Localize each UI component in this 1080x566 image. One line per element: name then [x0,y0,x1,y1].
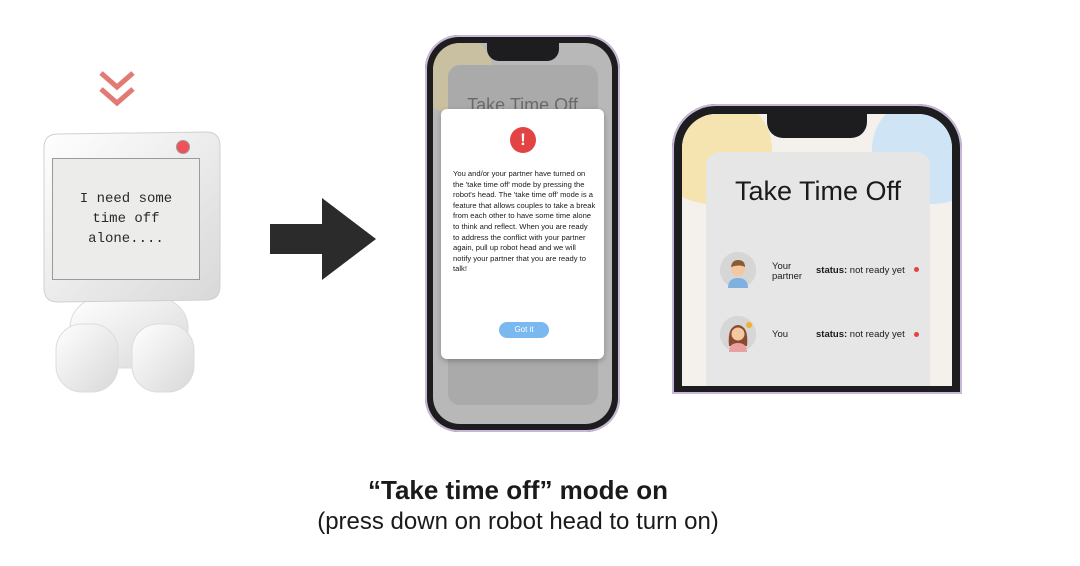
phone-status-mockup: Take Time Off Your partner status: not r… [672,104,962,394]
robot-head-light [176,140,190,154]
person-label: You [772,329,789,340]
page-title: Take Time Off [734,176,902,206]
caption-subtitle: (press down on robot head to turn on) [317,508,719,535]
right-arrow-icon [270,198,376,280]
phone-screen: Take Time Off Your partner status: not r… [682,114,952,386]
status-dot [914,332,919,337]
status-card: Take Time Off Your partner status: not r… [706,152,930,386]
got-it-button[interactable]: Got it [499,322,549,338]
robot-screen-text: I need some time off alone.... [79,191,173,247]
phone-notch [487,43,559,61]
phone-notch [767,114,867,138]
status-value: not ready yet [849,265,905,276]
person-label: Your partner [772,261,803,282]
person-status: status: not ready yet [816,265,905,276]
woman-avatar-icon [720,316,756,352]
phone-screen: Take Time Off ! You and/or your partner … [433,43,612,424]
robot-screen: I need some time off alone.... [52,158,200,280]
person-status: status: not ready yet [816,329,905,340]
status-label: status: [816,265,848,276]
status-label: status: [816,329,848,340]
status-value: not ready yet [849,329,905,340]
alert-message: You and/or your partner have turned on t… [453,169,596,274]
caption-title: “Take time off” mode on [368,475,668,505]
double-chevron-down-icon [99,71,135,107]
phone-alert-mockup: Take Time Off ! You and/or your partner … [425,35,620,432]
alert-dialog: ! You and/or your partner have turned on… [441,109,604,359]
man-avatar-icon [720,252,756,288]
status-dot [914,267,919,272]
exclamation-icon: ! [510,127,536,153]
